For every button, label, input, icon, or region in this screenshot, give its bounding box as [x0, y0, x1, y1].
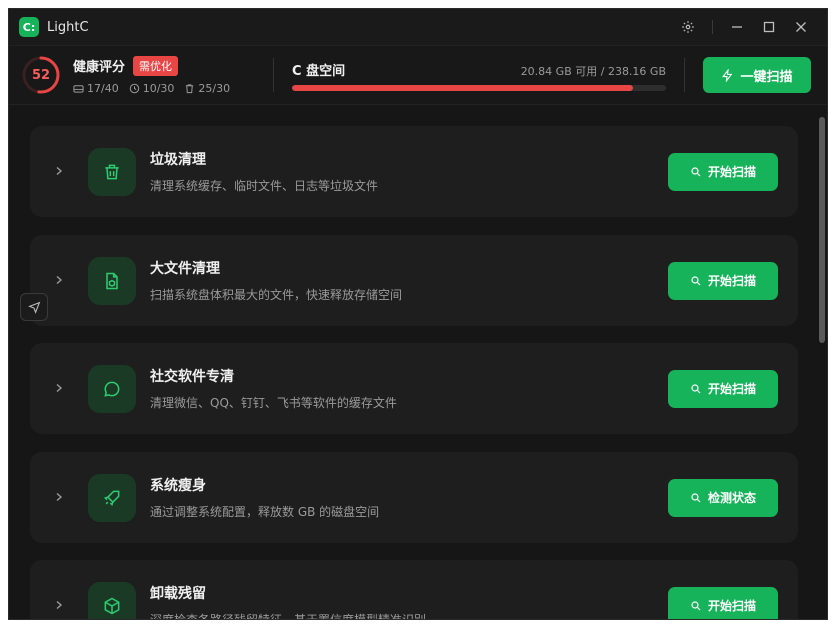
- card-icon-box: [88, 581, 136, 619]
- search-icon: [691, 275, 701, 285]
- card-junk-clean: 垃圾清理 清理系统缓存、临时文件、日志等垃圾文件 开始扫描: [30, 126, 798, 217]
- button-label: 开始扫描: [707, 274, 756, 288]
- chevron-right-icon: [56, 492, 63, 501]
- header-divider-2: [684, 58, 685, 92]
- disk-usage-text: 20.84 GB 可用 / 238.16 GB: [520, 64, 666, 78]
- card-icon-box: [88, 256, 136, 305]
- button-label: 开始扫描: [707, 382, 756, 396]
- card-icon-box: [88, 147, 136, 196]
- scrollbar-thumb[interactable]: [819, 117, 825, 343]
- button-label: 开始扫描: [707, 165, 756, 179]
- package-icon: [104, 597, 120, 614]
- chevron-right-icon: [56, 383, 63, 392]
- search-icon: [691, 383, 701, 393]
- close-icon: [796, 22, 806, 32]
- search-icon: [691, 166, 701, 176]
- gear-icon: [682, 21, 694, 33]
- floating-navigate-button[interactable]: [20, 293, 48, 321]
- card-description: 深度检查各路径残留特征，基于置信度模型精准识别: [150, 613, 427, 620]
- card-social-apps: 社交软件专清 清理微信、QQ、钉钉、飞书等软件的缓存文件 开始扫描: [30, 343, 798, 434]
- stat-trash-value: 25/30: [198, 81, 231, 95]
- health-score-ring: 52: [21, 55, 61, 95]
- disk-usage-fill: [292, 84, 634, 91]
- search-icon: [691, 600, 701, 610]
- start-scan-button[interactable]: 开始扫描: [668, 261, 778, 300]
- card-title: 大文件清理: [150, 261, 220, 277]
- expand-chevron-button[interactable]: [30, 381, 88, 397]
- start-scan-button[interactable]: 开始扫描: [668, 152, 778, 191]
- stat-trash: 25/30: [184, 82, 230, 95]
- card-icon-box: [88, 364, 136, 413]
- chevron-right-icon: [56, 600, 63, 609]
- navigation-arrow-icon: [27, 301, 40, 314]
- stat-disk: 17/40: [73, 82, 119, 95]
- trash-icon: [105, 164, 119, 179]
- card-description: 清理微信、QQ、钉钉、飞书等软件的缓存文件: [150, 396, 397, 410]
- card-title: 卸载残留: [150, 586, 206, 602]
- expand-chevron-button[interactable]: [30, 598, 88, 614]
- vertical-scrollbar[interactable]: [819, 113, 825, 619]
- chevron-right-icon: [56, 166, 63, 175]
- status-header: 52 健康评分 需优化 17/40 10/30 25/30 C 盘空间 20.8…: [9, 45, 827, 105]
- card-description: 清理系统缓存、临时文件、日志等垃圾文件: [150, 179, 379, 193]
- minimize-icon: [732, 26, 742, 28]
- card-title: 垃圾清理: [150, 152, 206, 168]
- lightning-icon: [722, 68, 733, 82]
- button-label: 开始扫描: [707, 599, 756, 613]
- button-label: 检测状态: [707, 491, 756, 505]
- card-system-slim: 系统瘦身 通过调整系统配置，释放数 GB 的磁盘空间 检测状态: [30, 452, 798, 543]
- disk-title: C 盘空间: [292, 63, 346, 79]
- card-description: 通过调整系统配置，释放数 GB 的磁盘空间: [150, 505, 380, 519]
- titlebar-divider: [712, 20, 713, 34]
- health-summary: 健康评分 需优化 17/40 10/30 25/30: [73, 55, 253, 95]
- card-uninstall-residue: 卸载残留 深度检查各路径残留特征，基于置信度模型精准识别 开始扫描: [30, 560, 798, 620]
- header-divider: [273, 58, 274, 92]
- start-scan-button[interactable]: 开始扫描: [668, 369, 778, 408]
- chevron-right-icon: [56, 275, 63, 284]
- health-score-value: 52: [31, 67, 51, 83]
- expand-chevron-button[interactable]: [30, 273, 88, 289]
- card-title: 社交软件专清: [150, 369, 234, 385]
- start-scan-button[interactable]: 开始扫描: [668, 586, 778, 619]
- trash-small-icon: [186, 83, 194, 93]
- clock-icon: [129, 83, 139, 93]
- app-title: LightC: [47, 19, 89, 35]
- card-title: 系统瘦身: [150, 478, 206, 494]
- card-large-files: 大文件清理 扫描系统盘体积最大的文件，快速释放存储空间 开始扫描: [30, 235, 798, 326]
- file-box-icon: [106, 272, 118, 289]
- drive-icon: [73, 84, 84, 93]
- check-status-button[interactable]: 检测状态: [668, 478, 778, 517]
- card-description: 扫描系统盘体积最大的文件，快速释放存储空间: [150, 288, 403, 302]
- search-icon: [691, 492, 701, 502]
- minimize-button[interactable]: [721, 13, 753, 41]
- chat-icon: [104, 381, 120, 397]
- expand-chevron-button[interactable]: [30, 490, 88, 506]
- maximize-button[interactable]: [753, 13, 785, 41]
- health-title: 健康评分: [73, 60, 126, 75]
- card-icon-box: [88, 473, 136, 522]
- stat-time-value: 10/30: [142, 81, 175, 95]
- app-logo: C:: [19, 17, 39, 37]
- scan-all-label: 一键扫描: [740, 69, 793, 85]
- app-window: C: LightC 52 健康评分 需优化 17/40 10/30 25/30 …: [8, 8, 828, 620]
- rocket-icon: [103, 490, 120, 506]
- status-badge: 需优化: [133, 55, 179, 76]
- tool-list: 垃圾清理 清理系统缓存、临时文件、日志等垃圾文件 开始扫描 大文件清理 扫描系统…: [9, 105, 827, 620]
- close-button[interactable]: [785, 13, 817, 41]
- settings-button[interactable]: [672, 13, 704, 41]
- disk-usage-bar: [292, 84, 666, 91]
- expand-chevron-button[interactable]: [30, 164, 88, 180]
- disk-space-panel: C 盘空间 20.84 GB 可用 / 238.16 GB: [292, 60, 666, 91]
- title-bar: C: LightC: [9, 9, 827, 45]
- scan-all-button[interactable]: 一键扫描: [703, 57, 811, 93]
- stat-disk-value: 17/40: [87, 81, 119, 95]
- maximize-icon: [763, 21, 775, 33]
- stat-time: 10/30: [129, 81, 175, 95]
